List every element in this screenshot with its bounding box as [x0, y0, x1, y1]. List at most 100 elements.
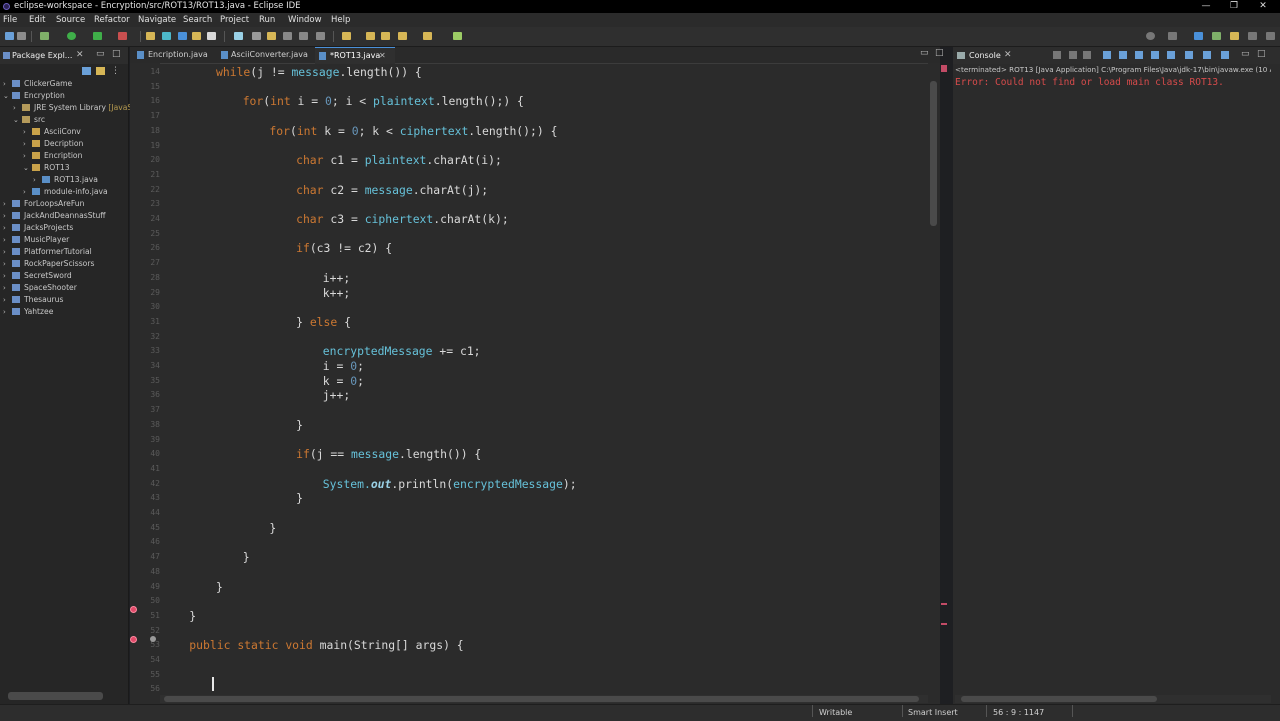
- word-wrap-icon[interactable]: [1135, 51, 1143, 59]
- tree-item[interactable]: › ForLoopsAreFun: [0, 198, 126, 210]
- tab-package-explorer[interactable]: Package Expl...: [2, 47, 72, 64]
- toggle-block-selection-icon[interactable]: [252, 32, 261, 40]
- editor-vscrollbar[interactable]: [928, 63, 940, 695]
- code-line[interactable]: i = 0;: [323, 359, 364, 373]
- console-hscrollbar[interactable]: [955, 695, 1271, 703]
- display-selected-console-icon[interactable]: [1203, 51, 1211, 59]
- new-package-icon[interactable]: [162, 32, 171, 40]
- chevron-right-icon[interactable]: ›: [3, 258, 11, 270]
- terminate-icon[interactable]: [1053, 51, 1061, 59]
- menu-run[interactable]: Run: [259, 13, 275, 27]
- back-icon[interactable]: [366, 32, 375, 40]
- pin-console-icon[interactable]: [1185, 51, 1193, 59]
- code-line[interactable]: encryptedMessage += c1;: [323, 344, 481, 358]
- run-icon[interactable]: [67, 32, 76, 40]
- tree-item[interactable]: › RockPaperScissors: [0, 258, 126, 270]
- code-line[interactable]: } else {: [296, 315, 351, 329]
- tree-item[interactable]: ›JRE System Library [JavaSE-17]: [0, 102, 152, 114]
- maximize-button[interactable]: ❐: [1220, 0, 1248, 13]
- tree-item[interactable]: › MusicPlayer: [0, 234, 126, 246]
- chevron-right-icon[interactable]: ›: [23, 186, 31, 198]
- tree-item[interactable]: ⌄ Encryption: [0, 90, 126, 102]
- chevron-right-icon[interactable]: ›: [23, 138, 31, 150]
- breakpoint-icon[interactable]: [130, 606, 137, 613]
- menu-refactor[interactable]: Refactor: [94, 13, 130, 27]
- insert-mode-status[interactable]: Smart Insert: [908, 705, 958, 721]
- chevron-right-icon[interactable]: ›: [3, 78, 11, 90]
- close-tab-icon[interactable]: ✕: [379, 48, 386, 64]
- new-java-project-icon[interactable]: [146, 32, 155, 40]
- tree-item[interactable]: › Thesaurus: [0, 294, 126, 306]
- chevron-right-icon[interactable]: ›: [3, 306, 11, 318]
- tree-item[interactable]: ⌄ ROT13: [0, 162, 126, 174]
- tree-item[interactable]: › Encription: [0, 150, 126, 162]
- remove-all-icon[interactable]: [1083, 51, 1091, 59]
- code-line[interactable]: char c3 = ciphertext.charAt(k);: [296, 212, 509, 226]
- code-line[interactable]: }: [216, 580, 223, 594]
- open-console-icon[interactable]: [1221, 51, 1229, 59]
- code-line[interactable]: if(j == message.length()) {: [296, 447, 481, 461]
- code-line[interactable]: k = 0;: [323, 374, 364, 388]
- chevron-down-icon[interactable]: ⌄: [13, 114, 21, 126]
- tree-item[interactable]: › SpaceShooter: [0, 282, 126, 294]
- tree-item[interactable]: ⌄ src: [0, 114, 126, 126]
- close-button[interactable]: ✕: [1249, 0, 1277, 13]
- git-perspective-icon[interactable]: [1230, 32, 1239, 40]
- tree-item[interactable]: › PlatformerTutorial: [0, 246, 126, 258]
- breakpoint-icon[interactable]: [130, 636, 137, 643]
- code-line[interactable]: i++;: [323, 271, 350, 285]
- save-icon[interactable]: [17, 32, 26, 40]
- navigate-forward-icon[interactable]: [423, 32, 432, 40]
- chevron-right-icon[interactable]: ›: [33, 174, 41, 186]
- resource-perspective-icon[interactable]: [1266, 32, 1275, 40]
- debug-icon[interactable]: [40, 32, 49, 40]
- last-edit-location-icon[interactable]: [342, 32, 351, 40]
- search-tool-icon[interactable]: [207, 32, 216, 40]
- chevron-right-icon[interactable]: ›: [3, 294, 11, 306]
- error-marker[interactable]: [941, 603, 947, 605]
- link-with-editor-icon[interactable]: [96, 67, 105, 75]
- open-perspective-icon[interactable]: [1168, 32, 1177, 40]
- minimize-view-icon[interactable]: ▭: [920, 48, 929, 58]
- menu-file[interactable]: File: [3, 13, 17, 27]
- code-line[interactable]: }: [269, 521, 276, 535]
- maximize-view-icon[interactable]: □: [935, 48, 944, 58]
- chevron-down-icon[interactable]: ⌄: [3, 90, 11, 102]
- chevron-right-icon[interactable]: ›: [3, 270, 11, 282]
- show-whitespace-icon[interactable]: [267, 32, 276, 40]
- java-perspective-icon[interactable]: [1194, 32, 1203, 40]
- pin-editor-icon[interactable]: [299, 32, 308, 40]
- show-on-output-icon[interactable]: [1151, 51, 1159, 59]
- menu-navigate[interactable]: Navigate: [138, 13, 176, 27]
- code-line[interactable]: char c1 = plaintext.charAt(i);: [296, 153, 502, 167]
- code-line[interactable]: while(j != message.length()) {: [216, 65, 422, 79]
- code-area[interactable]: while(j != message.length()) { for(int i …: [160, 63, 930, 695]
- chevron-right-icon[interactable]: ›: [13, 102, 21, 114]
- error-marker[interactable]: [941, 623, 947, 625]
- menu-search[interactable]: Search: [183, 13, 212, 27]
- view-menu-icon[interactable]: ⋮: [111, 66, 120, 76]
- minimize-view-icon[interactable]: ▭: [96, 49, 105, 59]
- next-annotation-icon[interactable]: [316, 32, 325, 40]
- console-hscrollbar-thumb[interactable]: [961, 696, 1157, 702]
- code-line[interactable]: if(c3 != c2) {: [296, 241, 392, 255]
- new-icon[interactable]: [5, 32, 14, 40]
- code-line[interactable]: j++;: [323, 388, 350, 402]
- chevron-right-icon[interactable]: ›: [3, 234, 11, 246]
- navigate-back-icon[interactable]: [398, 32, 407, 40]
- show-on-error-icon[interactable]: [1167, 51, 1175, 59]
- tree-item[interactable]: › AsciiConv: [0, 126, 126, 138]
- search-icon[interactable]: [1146, 32, 1155, 40]
- minimize-button[interactable]: —: [1192, 0, 1220, 13]
- chevron-down-icon[interactable]: ⌄: [23, 162, 31, 174]
- chevron-right-icon[interactable]: ›: [3, 222, 11, 234]
- tab-asciiconverter-java[interactable]: AsciiConverter.java: [218, 47, 310, 63]
- code-line[interactable]: }: [296, 491, 303, 505]
- chevron-right-icon[interactable]: ›: [23, 126, 31, 138]
- debug-perspective-icon[interactable]: [1212, 32, 1221, 40]
- code-line[interactable]: for(int i = 0; i < plaintext.length();) …: [243, 94, 524, 108]
- chevron-right-icon[interactable]: ›: [3, 198, 11, 210]
- editor-vscrollbar-thumb[interactable]: [930, 81, 937, 226]
- tree-item[interactable]: › ROT13.java: [0, 174, 126, 186]
- open-console-icon[interactable]: [453, 32, 462, 40]
